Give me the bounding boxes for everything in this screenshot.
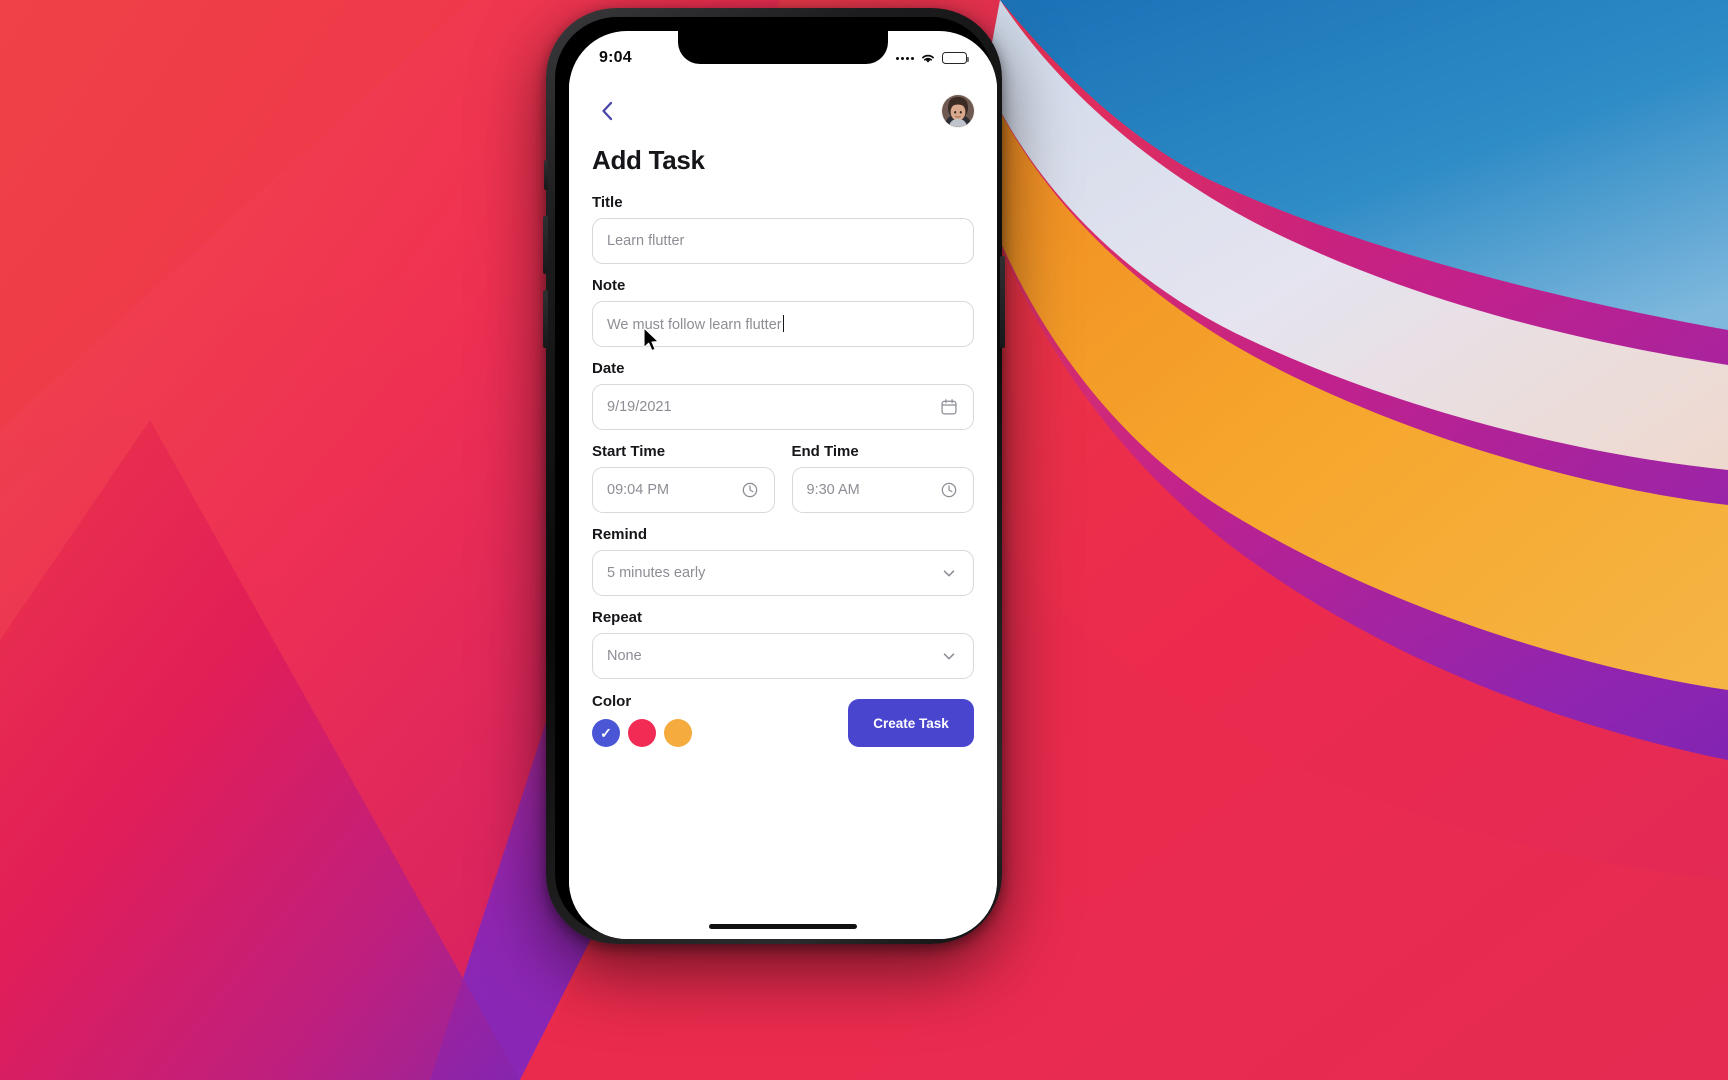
- wifi-icon: [920, 52, 936, 64]
- calendar-icon[interactable]: [939, 397, 959, 417]
- volume-up-button[interactable]: [543, 216, 548, 274]
- repeat-dropdown[interactable]: None: [592, 633, 974, 679]
- color-label: Color: [592, 693, 632, 710]
- remind-value: 5 minutes early: [607, 565, 706, 581]
- power-button[interactable]: [1000, 256, 1005, 348]
- field-note: Note We must follow learn flutter: [592, 277, 974, 347]
- signal-dots-icon: [896, 56, 914, 60]
- remind-label: Remind: [592, 526, 648, 543]
- title-label: Title: [592, 194, 623, 211]
- clock-icon[interactable]: [939, 480, 959, 500]
- status-bar-time: 9:04: [599, 49, 632, 66]
- volume-down-button[interactable]: [543, 290, 548, 348]
- start-time-input[interactable]: 09:04 PM: [592, 467, 775, 513]
- clock-icon[interactable]: [740, 480, 760, 500]
- title-value: Learn flutter: [607, 233, 685, 249]
- create-task-button[interactable]: Create Task: [848, 699, 974, 747]
- remind-dropdown[interactable]: 5 minutes early: [592, 550, 974, 596]
- silent-switch[interactable]: [544, 160, 548, 190]
- note-input[interactable]: We must follow learn flutter: [592, 301, 974, 347]
- note-label: Note: [592, 277, 626, 294]
- text-caret: [782, 315, 784, 332]
- date-value: 9/19/2021: [607, 399, 672, 415]
- clock-glyph: [742, 482, 757, 498]
- end-time-label: End Time: [791, 443, 859, 460]
- user-avatar[interactable]: [942, 95, 974, 127]
- time-row: Start Time 09:04 PM End Time 9:30 AM: [592, 443, 974, 513]
- color-swatch-orange[interactable]: [664, 719, 692, 747]
- check-icon: ✓: [600, 725, 612, 741]
- title-input[interactable]: Learn flutter: [592, 218, 974, 264]
- page-title: Add Task: [592, 145, 705, 175]
- field-repeat: Repeat None: [592, 609, 974, 679]
- color-swatch-pink[interactable]: [628, 719, 656, 747]
- field-remind: Remind 5 minutes early: [592, 526, 974, 596]
- clock-glyph: [941, 482, 957, 498]
- color-swatches: ✓: [592, 719, 692, 747]
- calendar-glyph: [941, 399, 957, 415]
- date-label: Date: [592, 360, 625, 377]
- status-bar-indicators: [896, 52, 969, 64]
- phone-mockup: 9:04 Add Task Title Learn flutter Note W…: [543, 8, 1005, 944]
- repeat-label: Repeat: [592, 609, 643, 626]
- chevron-left-icon[interactable]: [592, 96, 622, 126]
- chevron-down-icon[interactable]: [939, 646, 959, 666]
- start-time-value: 09:04 PM: [607, 482, 670, 498]
- end-time-input[interactable]: 9:30 AM: [791, 467, 974, 513]
- repeat-value: None: [607, 648, 642, 664]
- note-value-wrap: We must follow learn flutter: [607, 315, 959, 333]
- chevron-down-glyph: [943, 570, 955, 577]
- app-bar: [592, 79, 974, 135]
- phone-notch: [678, 31, 888, 64]
- phone-bezel: 9:04 Add Task Title Learn flutter Note W…: [555, 17, 997, 939]
- color-and-submit-row: Color ✓ Create Task: [592, 693, 974, 747]
- field-title: Title Learn flutter: [592, 194, 974, 264]
- chevron-down-glyph: [943, 653, 955, 660]
- date-input[interactable]: 9/19/2021: [592, 384, 974, 430]
- color-swatch-indigo[interactable]: ✓: [592, 719, 620, 747]
- note-value: We must follow learn flutter: [607, 317, 782, 333]
- field-start-time: Start Time 09:04 PM: [592, 443, 775, 513]
- field-end-time: End Time 9:30 AM: [791, 443, 974, 513]
- phone-screen: 9:04 Add Task Title Learn flutter Note W…: [569, 31, 997, 939]
- field-color: Color ✓: [592, 693, 692, 747]
- add-task-screen: Add Task Title Learn flutter Note We mus…: [569, 79, 997, 939]
- chevron-left-glyph: [602, 101, 613, 121]
- chevron-down-icon[interactable]: [939, 563, 959, 583]
- avatar-image: [942, 95, 974, 127]
- end-time-value: 9:30 AM: [806, 482, 860, 498]
- field-date: Date 9/19/2021: [592, 360, 974, 430]
- home-indicator[interactable]: [709, 924, 857, 929]
- start-time-label: Start Time: [592, 443, 666, 460]
- battery-full-icon: [942, 52, 969, 64]
